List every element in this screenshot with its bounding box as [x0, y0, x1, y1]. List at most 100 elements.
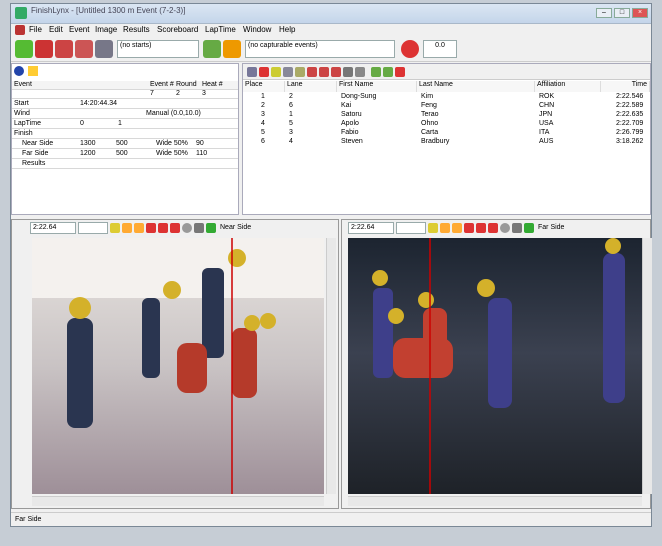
far-wide[interactable]: Wide 50% — [156, 150, 188, 157]
table-row[interactable]: 3 1 Satoru Terao JPN 2:22.635 — [243, 111, 650, 120]
cell-first: Dong-Sung — [341, 93, 377, 100]
menu-help[interactable]: Help — [279, 25, 295, 34]
camera-icon[interactable] — [203, 40, 221, 58]
horizontal-scrollbar-far[interactable] — [348, 496, 642, 506]
down-arrow-icon[interactable] — [28, 66, 38, 76]
maximize-button[interactable]: □ — [614, 8, 630, 18]
menu-image[interactable]: Image — [95, 25, 117, 34]
menu-event[interactable]: Event — [69, 25, 89, 34]
near-side-photo[interactable] — [32, 238, 324, 494]
skater-icon-b[interactable] — [319, 67, 329, 77]
side-icon[interactable] — [524, 223, 534, 233]
laptime-a[interactable]: 0 — [80, 120, 84, 127]
cell-place: 6 — [261, 138, 265, 145]
col-time[interactable]: Time — [601, 81, 650, 92]
tv-icon[interactable] — [428, 223, 438, 233]
info-icon[interactable] — [14, 66, 24, 76]
far-a[interactable]: 1200 — [80, 150, 96, 157]
near-wide[interactable]: Wide 50% — [156, 140, 188, 147]
split-icon[interactable] — [383, 67, 393, 77]
near-a[interactable]: 1300 — [80, 140, 96, 147]
col-affiliation[interactable]: Affiliation — [535, 81, 601, 92]
bracket-icon[interactable] — [158, 223, 168, 233]
skater-icon-c[interactable] — [331, 67, 341, 77]
cell-time: 2:26.799 — [616, 129, 644, 136]
minus-icon[interactable] — [122, 223, 132, 233]
table-row[interactable]: 5 3 Fabio Carta ITA 2:26.799 — [243, 129, 650, 138]
print-icon[interactable] — [512, 223, 522, 233]
table-row[interactable]: 6 4 Steven Bradbury AUS 3:18.262 — [243, 138, 650, 147]
sort-icon[interactable] — [295, 67, 305, 77]
far-b[interactable]: 500 — [116, 150, 128, 157]
menu-window[interactable]: Window — [243, 25, 271, 34]
far-c[interactable]: 110 — [196, 150, 207, 157]
grid-icon[interactable] — [247, 67, 257, 77]
time-field-far[interactable]: 2:22.64 — [348, 222, 394, 234]
skaters-image-far — [348, 238, 642, 494]
skater-icon-a[interactable] — [307, 67, 317, 77]
skater-icon-2[interactable] — [55, 40, 73, 58]
wind-value[interactable]: Manual (0.0,10.0) — [146, 110, 201, 117]
far-side-label: Far Side — [538, 224, 565, 231]
tv-icon[interactable] — [110, 223, 120, 233]
plus-icon[interactable] — [452, 223, 462, 233]
near-c[interactable]: 90 — [196, 140, 204, 147]
menu-results[interactable]: Results — [123, 25, 150, 34]
table-row[interactable]: 4 5 Apolo Ohno USA 2:22.709 — [243, 120, 650, 129]
menu-file[interactable]: File — [29, 25, 42, 34]
start-value[interactable]: 14:20:44.34 — [80, 100, 117, 107]
delete-icon[interactable] — [259, 67, 269, 77]
heat-value[interactable]: 3 — [202, 90, 206, 97]
skater-icon-3[interactable] — [75, 40, 93, 58]
menu-scoreboard[interactable]: Scoreboard — [157, 25, 198, 34]
far-side-photo[interactable] — [348, 238, 642, 494]
remove-icon[interactable] — [395, 67, 405, 77]
search-icon[interactable] — [271, 67, 281, 77]
minus-icon[interactable] — [440, 223, 450, 233]
table-row[interactable]: 2 6 Kai Feng CHN 2:22.589 — [243, 102, 650, 111]
round-value[interactable]: 2 — [176, 90, 180, 97]
add-icon[interactable] — [371, 67, 381, 77]
table-row[interactable]: 1 2 Dong-Sung Kim ROK 2:22.546 — [243, 93, 650, 102]
capturable-combo[interactable]: (no capturable events) — [245, 40, 395, 58]
settings-icon[interactable] — [95, 40, 113, 58]
side-icon[interactable] — [206, 223, 216, 233]
marker-icon[interactable] — [464, 223, 474, 233]
starts-combo[interactable]: (no starts) — [117, 40, 199, 58]
laptime-b[interactable]: 1 — [118, 120, 122, 127]
traffic-light-icon[interactable] — [223, 40, 241, 58]
copy-icon[interactable] — [283, 67, 293, 77]
time-field-near[interactable]: 2:22.64 — [30, 222, 76, 234]
contrast-icon[interactable] — [500, 223, 510, 233]
near-b[interactable]: 500 — [116, 140, 128, 147]
zoom-field-far[interactable] — [396, 222, 426, 234]
col-lane[interactable]: Lane — [285, 81, 337, 92]
col-place[interactable]: Place — [243, 81, 285, 92]
col-first-name[interactable]: First Name — [337, 81, 417, 92]
event-no-value[interactable]: 7 — [150, 90, 154, 97]
split-bracket-icon[interactable] — [488, 223, 498, 233]
close-button[interactable]: × — [632, 8, 648, 18]
contrast-icon[interactable] — [182, 223, 192, 233]
print-icon[interactable] — [194, 223, 204, 233]
minimize-button[interactable]: – — [596, 8, 612, 18]
col-last-name[interactable]: Last Name — [417, 81, 535, 92]
vertical-scrollbar-near[interactable] — [326, 238, 336, 494]
zoom-field-near[interactable] — [78, 222, 108, 234]
marker-icon[interactable] — [146, 223, 156, 233]
menu-laptime[interactable]: LapTime — [205, 25, 236, 34]
print-icon[interactable] — [355, 67, 365, 77]
bracket-icon[interactable] — [476, 223, 486, 233]
stop-icon[interactable] — [401, 40, 419, 58]
capture-icon[interactable] — [15, 40, 33, 58]
vertical-scrollbar-far[interactable] — [642, 238, 652, 494]
plus-icon[interactable] — [134, 223, 144, 233]
far-label: Far Side — [22, 150, 49, 157]
value-field[interactable]: 0.0 — [423, 40, 457, 58]
split-bracket-icon[interactable] — [170, 223, 180, 233]
laptime-row: LapTime 0 1 — [12, 120, 238, 129]
skater-icon[interactable] — [35, 40, 53, 58]
horizontal-scrollbar-near[interactable] — [32, 496, 324, 506]
edit-icon[interactable] — [343, 67, 353, 77]
menu-edit[interactable]: Edit — [49, 25, 63, 34]
